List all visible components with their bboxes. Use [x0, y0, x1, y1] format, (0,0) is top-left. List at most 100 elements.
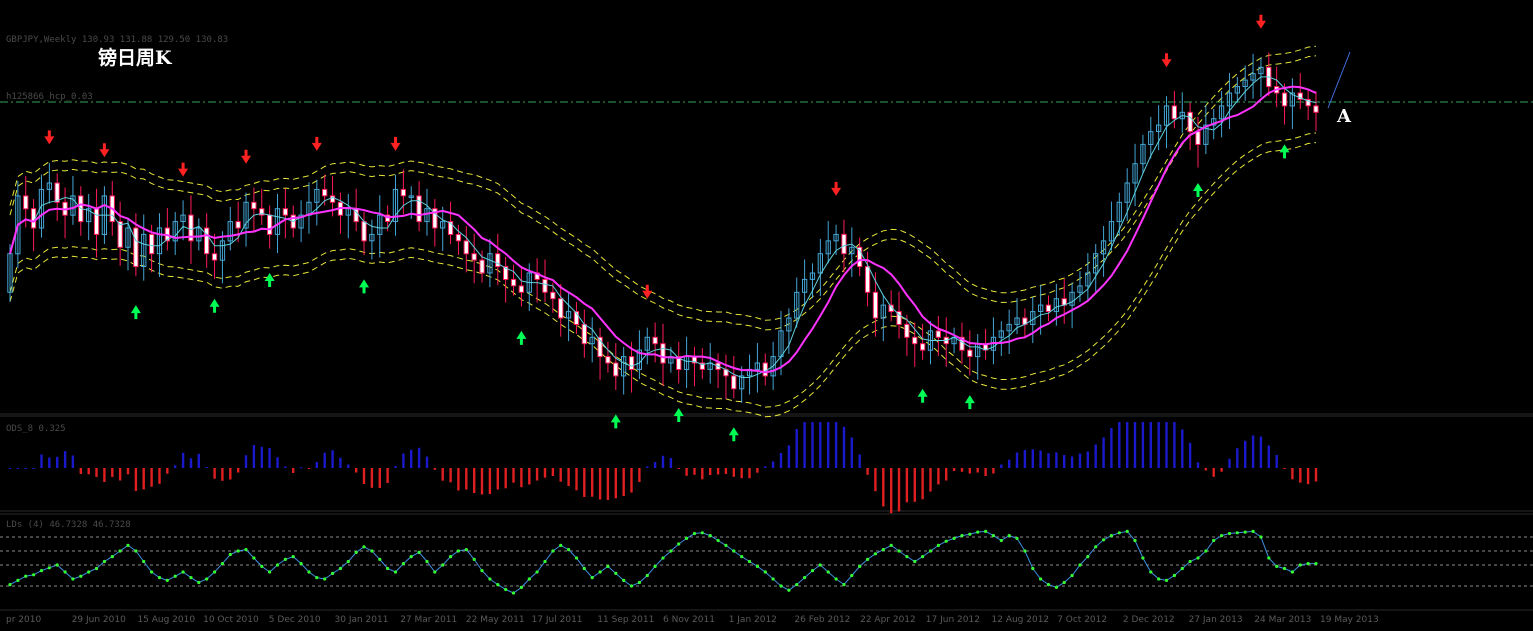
histogram-bar: [866, 468, 869, 475]
candle-body: [211, 253, 218, 261]
histogram-bar: [237, 468, 240, 473]
oscillator-point: [897, 549, 901, 553]
histogram-bar: [858, 454, 861, 468]
oscillator-point: [315, 576, 319, 580]
histogram-bar: [103, 468, 106, 482]
oscillator-point: [472, 557, 476, 562]
histogram-bar: [701, 468, 704, 480]
histogram-bar: [48, 457, 51, 468]
date-tick-label: 7 Oct 2012: [1057, 615, 1107, 625]
oscillator-point: [1062, 580, 1066, 585]
histogram-bar: [1078, 453, 1082, 468]
histogram-bar: [1063, 455, 1066, 468]
oscillator-point: [803, 576, 807, 580]
histogram-bar: [897, 468, 901, 512]
candle-body: [912, 336, 918, 345]
oscillator-point: [496, 583, 500, 587]
histogram-bar: [1275, 455, 1278, 468]
candle-body: [1281, 92, 1288, 107]
candle-body: [510, 278, 517, 287]
histogram-bar: [244, 455, 248, 468]
histogram-bar: [150, 468, 153, 487]
oscillator-point: [1015, 536, 1019, 541]
histogram-bar: [24, 468, 27, 469]
oscillator-point: [818, 563, 822, 567]
oscillator-point: [142, 559, 146, 564]
histogram-bar: [921, 468, 924, 500]
oscillator-point: [1078, 563, 1082, 567]
oscillator-point: [275, 563, 280, 567]
candle-body: [518, 285, 525, 293]
histogram-bar: [189, 458, 193, 468]
histogram-bar: [1283, 468, 1286, 469]
oscillator-point: [157, 576, 162, 580]
histogram-bar: [1220, 468, 1223, 472]
histogram-bar: [528, 468, 531, 485]
date-tick-label: 24 Mar 2013: [1254, 615, 1311, 625]
histogram-bar: [1118, 422, 1121, 468]
histogram-bar: [252, 445, 256, 468]
oscillator-point: [700, 531, 704, 535]
histogram-bar: [567, 468, 570, 486]
oscillator-point: [1070, 573, 1074, 578]
oscillator-point: [740, 555, 744, 559]
histogram-bar: [890, 468, 893, 514]
histogram-bar: [630, 468, 633, 493]
oscillator-point: [1180, 566, 1184, 571]
oscillator-point: [1039, 577, 1043, 581]
candle-body: [251, 201, 257, 210]
oscillator-point: [338, 566, 342, 571]
histogram-bar: [606, 468, 610, 500]
histogram-bar: [622, 468, 625, 496]
oscillator-label: LDs (4) 46.7328 46.7328: [6, 520, 131, 530]
candle-body: [463, 240, 469, 255]
date-tick-label: 27 Mar 2011: [400, 615, 457, 625]
histogram-bar: [355, 468, 358, 473]
oscillator-point: [1290, 570, 1294, 574]
oscillator-point: [637, 580, 642, 585]
candle-body: [872, 291, 879, 319]
oscillator-point: [433, 570, 437, 574]
date-tick-label: 30 Jan 2011: [335, 615, 389, 625]
histogram-bar: [598, 468, 602, 500]
histogram-bar: [1000, 464, 1003, 468]
histogram-bar: [158, 468, 161, 484]
histogram-bar: [1070, 456, 1074, 468]
oscillator-point: [189, 576, 193, 580]
histogram-bar: [221, 468, 224, 481]
oscillator-point: [504, 587, 508, 592]
oscillator-point: [1125, 529, 1129, 534]
histogram-bar: [174, 465, 177, 469]
oscillator-point: [1141, 556, 1145, 560]
histogram-bar: [299, 467, 303, 469]
histogram-bar: [449, 468, 452, 483]
histogram-bar: [638, 468, 641, 482]
histogram-bar: [339, 457, 342, 468]
oscillator-point: [1054, 585, 1058, 590]
histogram-bar: [1181, 429, 1184, 468]
histogram-bar: [8, 468, 12, 469]
oscillator-point: [519, 585, 524, 590]
oscillator-point: [102, 559, 106, 564]
histogram-bar: [1291, 468, 1294, 480]
oscillator-point: [205, 577, 209, 581]
oscillator-point: [197, 580, 201, 585]
histogram-bar: [756, 468, 759, 473]
histogram-bar: [779, 453, 783, 468]
candle-body: [117, 221, 123, 248]
histogram-bar: [1055, 452, 1058, 469]
histogram-bar: [913, 468, 916, 502]
oscillator-point: [401, 562, 405, 566]
histogram-bar: [992, 468, 995, 474]
oscillator-point: [220, 562, 224, 566]
histogram-bar: [1188, 442, 1192, 468]
histogram-bar: [591, 468, 594, 497]
oscillator-point: [331, 571, 335, 576]
oscillator-point: [810, 569, 815, 573]
candle-body: [149, 233, 155, 255]
oscillator-point: [1157, 577, 1161, 581]
histogram-bar: [56, 456, 59, 469]
histogram-bar: [488, 468, 492, 494]
oscillator-point: [732, 549, 736, 553]
oscillator-point: [181, 570, 185, 574]
